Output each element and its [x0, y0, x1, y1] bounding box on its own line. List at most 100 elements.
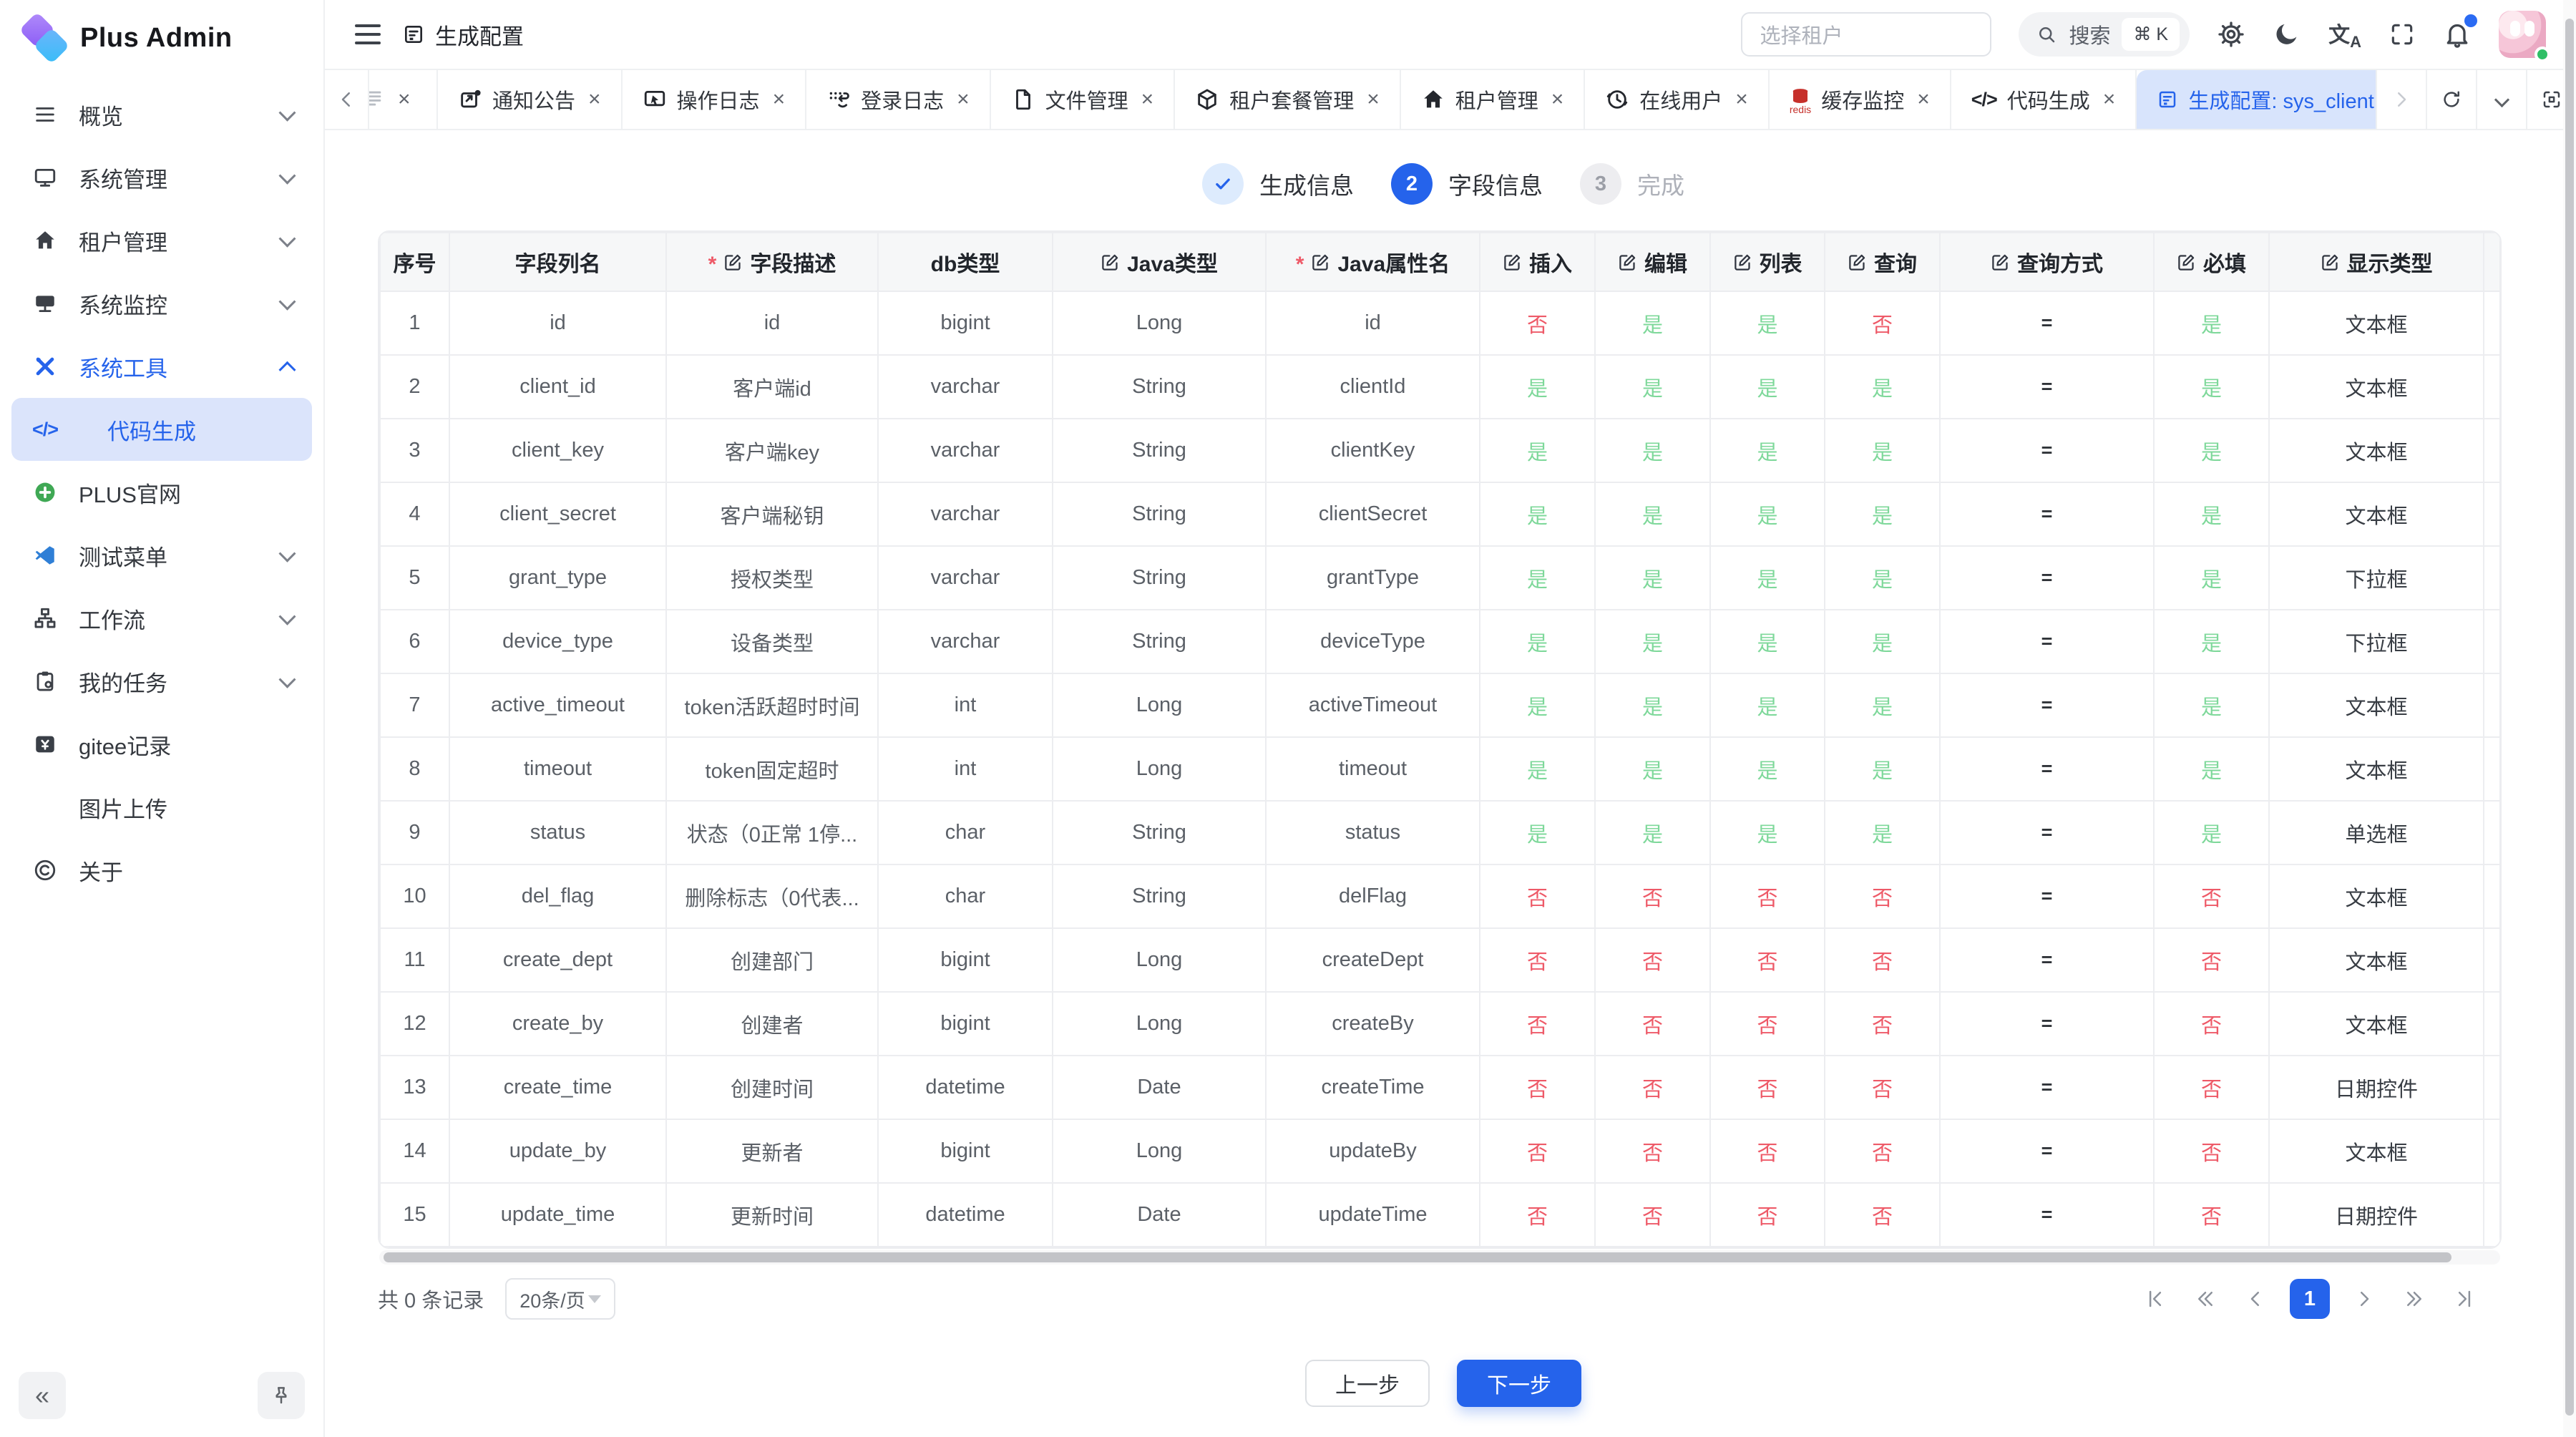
cell-java[interactable]: Long	[1053, 673, 1266, 737]
cell-list[interactable]: 是	[1710, 610, 1825, 673]
app-logo[interactable]: Plus Admin	[0, 0, 323, 76]
cell-qmode[interactable]: =	[1940, 355, 2154, 419]
cell-desc[interactable]: 授权类型	[666, 546, 878, 610]
tab-partial[interactable]: ×	[369, 70, 438, 129]
cell-insert[interactable]: 是	[1480, 673, 1595, 737]
cell-desc[interactable]: 客户端key	[666, 419, 878, 482]
tab-refresh-button[interactable]	[2426, 70, 2476, 129]
first-page-button[interactable]	[2140, 1283, 2171, 1315]
tenant-select-input[interactable]: 选择租户	[1741, 12, 1991, 57]
cell-list[interactable]: 否	[1710, 1183, 1825, 1247]
cell-edit[interactable]: 否	[1595, 1183, 1710, 1247]
cell-java[interactable]: Date	[1053, 1183, 1266, 1247]
cell-qmode[interactable]: =	[1940, 801, 2154, 864]
cell-query[interactable]: 是	[1825, 801, 1940, 864]
cell-display[interactable]: 文本框	[2269, 673, 2484, 737]
cell-list[interactable]: 是	[1710, 673, 1825, 737]
tab-缓存监控[interactable]: redis缓存监控×	[1770, 70, 1951, 129]
tabs-scroll-left-button[interactable]	[325, 70, 369, 129]
sidebar-item-系统监控[interactable]: 系统监控	[11, 272, 312, 335]
tab-生成配置: sys_client[interactable]: 生成配置: sys_client×	[2137, 70, 2376, 129]
cell-required[interactable]: 是	[2154, 801, 2269, 864]
cell-prop[interactable]: clientKey	[1266, 419, 1480, 482]
cell-required[interactable]: 是	[2154, 546, 2269, 610]
cell-display[interactable]: 文本框	[2269, 737, 2484, 801]
sidebar-item-关于[interactable]: 关于	[11, 839, 312, 902]
sidebar-item-我的任务[interactable]: 我的任务	[11, 650, 312, 713]
cell-insert[interactable]: 否	[1480, 928, 1595, 992]
cell-list[interactable]: 否	[1710, 864, 1825, 928]
cell-display[interactable]: 单选框	[2269, 801, 2484, 864]
sidebar-item-代码生成[interactable]: </>代码生成	[11, 398, 312, 461]
tab-通知公告[interactable]: 通知公告×	[438, 70, 623, 129]
cell-java[interactable]: Long	[1053, 291, 1266, 355]
cell-list[interactable]: 是	[1710, 737, 1825, 801]
cell-prop[interactable]: createDept	[1266, 928, 1480, 992]
cell-list[interactable]: 是	[1710, 546, 1825, 610]
cell-list[interactable]: 是	[1710, 291, 1825, 355]
cell-java[interactable]: String	[1053, 801, 1266, 864]
cell-display[interactable]: 文本框	[2269, 419, 2484, 482]
sidebar-pin-button[interactable]	[258, 1372, 305, 1419]
tab-close-icon[interactable]: ×	[1917, 89, 1930, 110]
cell-query[interactable]: 是	[1825, 546, 1940, 610]
sidebar-item-图片上传[interactable]: 图片上传	[11, 776, 312, 839]
cell-insert[interactable]: 否	[1480, 992, 1595, 1056]
cell-qmode[interactable]: =	[1940, 673, 2154, 737]
cell-desc[interactable]: 状态（0正常 1停...	[666, 801, 878, 864]
cell-qmode[interactable]: =	[1940, 928, 2154, 992]
cell-prop[interactable]: status	[1266, 801, 1480, 864]
cell-required[interactable]: 否	[2154, 864, 2269, 928]
tab-close-icon[interactable]: ×	[1141, 89, 1154, 110]
cell-required[interactable]: 否	[2154, 1056, 2269, 1119]
cell-java[interactable]: Long	[1053, 1119, 1266, 1183]
cell-desc[interactable]: token活跃超时时间	[666, 673, 878, 737]
cell-insert[interactable]: 是	[1480, 419, 1595, 482]
cell-edit[interactable]: 否	[1595, 928, 1710, 992]
prev-page-button[interactable]	[2240, 1283, 2271, 1315]
cell-display[interactable]: 文本框	[2269, 992, 2484, 1056]
cell-required[interactable]: 否	[2154, 1119, 2269, 1183]
cell-desc[interactable]: 客户端id	[666, 355, 878, 419]
cell-edit[interactable]: 否	[1595, 1119, 1710, 1183]
cell-prop[interactable]: updateTime	[1266, 1183, 1480, 1247]
tab-close-icon[interactable]: ×	[2103, 89, 2116, 110]
cell-required[interactable]: 否	[2154, 992, 2269, 1056]
tab-close-icon[interactable]: ×	[1735, 89, 1748, 110]
cell-java[interactable]: String	[1053, 419, 1266, 482]
cell-desc[interactable]: 删除标志（0代表...	[666, 864, 878, 928]
cell-required[interactable]: 否	[2154, 1183, 2269, 1247]
cell-desc[interactable]: 客户端秘钥	[666, 482, 878, 546]
cell-required[interactable]: 是	[2154, 737, 2269, 801]
dark-mode-button[interactable]	[2273, 20, 2301, 49]
sidebar-item-PLUS官网[interactable]: PLUS官网	[11, 461, 312, 524]
cell-qmode[interactable]: =	[1940, 1056, 2154, 1119]
cell-qmode[interactable]: =	[1940, 992, 2154, 1056]
cell-required[interactable]: 否	[2154, 928, 2269, 992]
cell-desc[interactable]: 更新时间	[666, 1183, 878, 1247]
cell-insert[interactable]: 否	[1480, 1183, 1595, 1247]
cell-prop[interactable]: deviceType	[1266, 610, 1480, 673]
cell-query[interactable]: 否	[1825, 1183, 1940, 1247]
cell-list[interactable]: 否	[1710, 1119, 1825, 1183]
cell-edit[interactable]: 是	[1595, 673, 1710, 737]
cell-query[interactable]: 否	[1825, 1119, 1940, 1183]
sidebar-item-概览[interactable]: 概览	[11, 83, 312, 146]
cell-query[interactable]: 是	[1825, 737, 1940, 801]
cell-edit[interactable]: 否	[1595, 1056, 1710, 1119]
cell-java[interactable]: String	[1053, 546, 1266, 610]
cell-required[interactable]: 是	[2154, 291, 2269, 355]
global-search-button[interactable]: 搜索 ⌘ K	[2019, 12, 2190, 57]
cell-display[interactable]: 日期控件	[2269, 1056, 2484, 1119]
settings-button[interactable]	[2217, 20, 2245, 49]
cell-insert[interactable]: 是	[1480, 610, 1595, 673]
tab-close-icon[interactable]: ×	[957, 89, 970, 110]
cell-display[interactable]: 文本框	[2269, 291, 2484, 355]
cell-list[interactable]: 否	[1710, 992, 1825, 1056]
tab-close-icon[interactable]: ×	[1367, 89, 1380, 110]
cell-insert[interactable]: 是	[1480, 801, 1595, 864]
cell-edit[interactable]: 是	[1595, 291, 1710, 355]
cell-java[interactable]: String	[1053, 482, 1266, 546]
cell-prop[interactable]: id	[1266, 291, 1480, 355]
cell-desc[interactable]: id	[666, 291, 878, 355]
